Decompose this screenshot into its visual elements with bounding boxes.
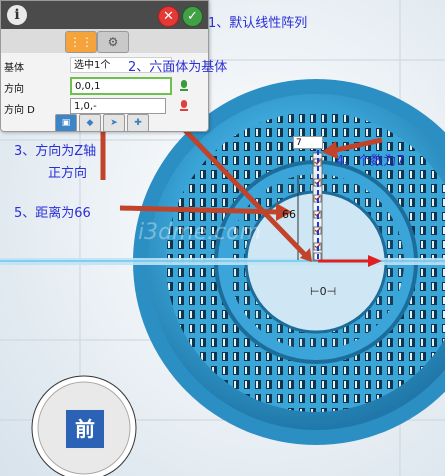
direction-d-label: 方向 D [4,105,35,116]
watermark: i3dme.com [138,220,262,245]
mic-icon[interactable] [179,80,189,94]
3d-viewport[interactable]: i ✕ ✓ ⋮⋮ ⚙ 基体 选中1个 方向 0,0,1 方向 D 1,0,- ▣… [0,0,445,476]
panel-titlebar: i ✕ ✓ [1,1,208,29]
tab-linear-array[interactable]: ⋮⋮ [65,31,97,53]
annotation-1: 1、默认线性阵列 [208,16,308,31]
direction-input[interactable]: 0,0,1 [70,77,172,95]
gear-icon: ⚙ [107,35,119,49]
axis-handle-label[interactable]: ⊢0⊣ [310,285,336,298]
annotation-5: 5、距离为66 [14,206,91,221]
base-label: 基体 [4,63,24,74]
tab-circular-array[interactable]: ⚙ [97,31,129,53]
annotation-2: 2、六面体为基体 [128,60,228,75]
diamond-icon[interactable]: ◆ [79,114,101,132]
count-input[interactable]: 7 [293,136,323,149]
annotation-3-line2: 正方向 [48,166,88,181]
annotation-3-line1: 3、方向为Z轴 [14,144,97,159]
array-type-tabs: ⋮⋮ ⚙ [1,29,208,53]
mic-icon[interactable] [179,100,189,114]
close-button[interactable]: ✕ [158,6,179,27]
direction-d-input[interactable]: 1,0,- [70,98,166,114]
distance-label[interactable]: 66 [282,208,296,221]
ok-button[interactable]: ✓ [182,6,203,27]
info-icon[interactable]: i [7,5,27,25]
direction-label: 方向 [4,84,24,95]
grid-icon: ⋮⋮ [69,35,93,49]
cube-icon[interactable]: ▣ [55,114,77,132]
plus-icon[interactable]: ✚ [127,114,149,132]
view-cube-front[interactable]: 前 [63,407,107,451]
arrow-icon[interactable]: ➤ [103,114,125,132]
annotation-4: 4、个数为7 [336,154,405,169]
